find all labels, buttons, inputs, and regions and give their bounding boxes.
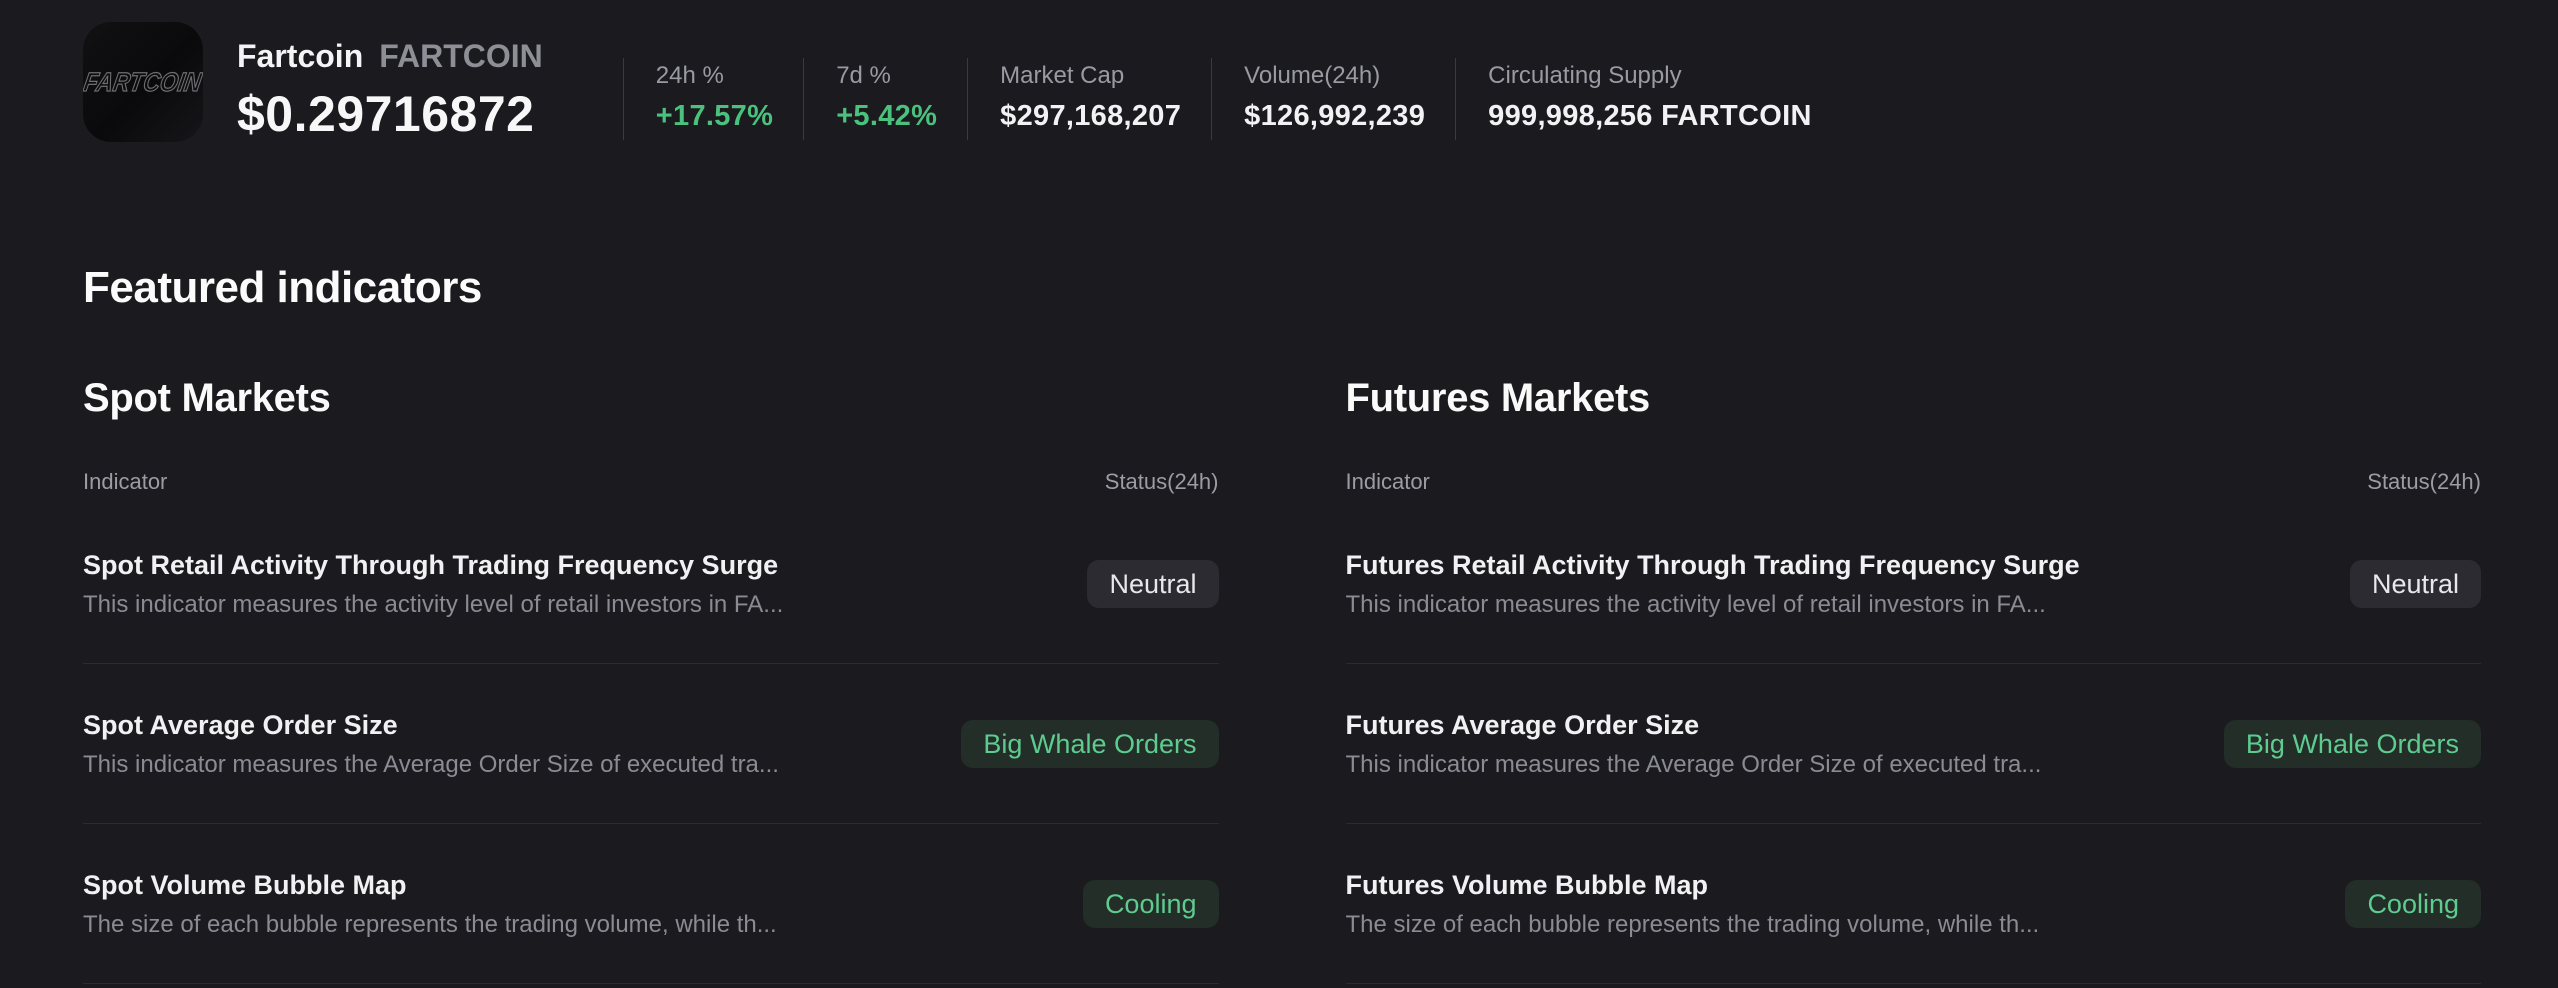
stat-label: 24h % bbox=[656, 61, 773, 91]
coin-stats: 24h % +17.57% 7d % +5.42% Market Cap $29… bbox=[623, 58, 1812, 140]
status-badge: Cooling bbox=[1083, 880, 1219, 928]
markets-grid: Spot Markets Indicator Status(24h) Spot … bbox=[0, 374, 2558, 984]
stat-label: Circulating Supply bbox=[1488, 61, 1812, 91]
status-badge: Cooling bbox=[2345, 880, 2481, 928]
status-badge: Big Whale Orders bbox=[2224, 720, 2481, 768]
coin-stat: 24h % +17.57% bbox=[623, 58, 773, 140]
status-badge: Big Whale Orders bbox=[961, 720, 1218, 768]
coin-logo-text: FARTCOIN bbox=[83, 66, 203, 97]
indicator-description: This indicator measures the Average Orde… bbox=[1346, 750, 2042, 780]
coin-price: $0.29716872 bbox=[237, 86, 543, 144]
table-header: Indicator Status(24h) bbox=[83, 468, 1219, 504]
indicator-name[interactable]: Spot Retail Activity Through Trading Fre… bbox=[83, 548, 783, 582]
market-section-futures: Futures Markets Indicator Status(24h) Fu… bbox=[1346, 374, 2482, 984]
coin-name-row: Fartcoin FARTCOIN bbox=[237, 36, 543, 78]
coin-stat: Market Cap $297,168,207 bbox=[967, 58, 1181, 140]
stat-value: +17.57% bbox=[656, 98, 773, 134]
featured-indicators-title: Featured indicators bbox=[83, 261, 2481, 314]
indicator-name[interactable]: Spot Volume Bubble Map bbox=[83, 868, 777, 902]
indicator-row[interactable]: Spot Retail Activity Through Trading Fre… bbox=[83, 504, 1219, 664]
indicator-name[interactable]: Spot Average Order Size bbox=[83, 708, 779, 742]
status-badge: Neutral bbox=[1087, 560, 1218, 608]
stat-label: Market Cap bbox=[1000, 61, 1181, 91]
indicator-row-text: Spot Average Order Size This indicator m… bbox=[83, 708, 803, 780]
indicator-row[interactable]: Futures Volume Bubble Map The size of ea… bbox=[1346, 824, 2482, 984]
indicator-rows: Spot Retail Activity Through Trading Fre… bbox=[83, 504, 1219, 984]
market-title: Spot Markets bbox=[83, 374, 1219, 422]
stat-value: 999,998,256 FARTCOIN bbox=[1488, 98, 1812, 134]
indicator-row[interactable]: Spot Average Order Size This indicator m… bbox=[83, 664, 1219, 824]
indicator-row[interactable]: Spot Volume Bubble Map The size of each … bbox=[83, 824, 1219, 984]
coin-name: Fartcoin bbox=[237, 36, 363, 78]
indicator-name[interactable]: Futures Retail Activity Through Trading … bbox=[1346, 548, 2080, 582]
stat-label: Volume(24h) bbox=[1244, 61, 1425, 91]
indicator-row-text: Futures Retail Activity Through Trading … bbox=[1346, 548, 2104, 620]
market-title: Futures Markets bbox=[1346, 374, 2482, 422]
indicator-row[interactable]: Futures Average Order Size This indicato… bbox=[1346, 664, 2482, 824]
indicator-row-text: Futures Average Order Size This indicato… bbox=[1346, 708, 2066, 780]
coin-stat: 7d % +5.42% bbox=[803, 58, 937, 140]
indicator-description: This indicator measures the activity lev… bbox=[1346, 590, 2080, 620]
indicator-row-text: Futures Volume Bubble Map The size of ea… bbox=[1346, 868, 2064, 940]
indicator-description: The size of each bubble represents the t… bbox=[83, 910, 777, 940]
indicator-row-text: Spot Retail Activity Through Trading Fre… bbox=[83, 548, 807, 620]
stat-label: 7d % bbox=[836, 61, 937, 91]
table-header: Indicator Status(24h) bbox=[1346, 468, 2482, 504]
stat-value: $126,992,239 bbox=[1244, 98, 1425, 134]
coin-stat: Volume(24h) $126,992,239 bbox=[1211, 58, 1425, 140]
column-indicator: Indicator bbox=[1346, 468, 1430, 496]
indicator-row[interactable]: Futures Retail Activity Through Trading … bbox=[1346, 504, 2482, 664]
indicator-description: This indicator measures the activity lev… bbox=[83, 590, 783, 620]
stat-value: $297,168,207 bbox=[1000, 98, 1181, 134]
column-status: Status(24h) bbox=[1105, 468, 1219, 496]
indicator-description: This indicator measures the Average Orde… bbox=[83, 750, 779, 780]
coin-header: FARTCOIN Fartcoin FARTCOIN $0.29716872 2… bbox=[0, 0, 2558, 143]
stat-value: +5.42% bbox=[836, 98, 937, 134]
market-section-spot: Spot Markets Indicator Status(24h) Spot … bbox=[83, 374, 1219, 984]
coin-stat: Circulating Supply 999,998,256 FARTCOIN bbox=[1455, 58, 1812, 140]
coin-logo: FARTCOIN bbox=[83, 22, 203, 142]
coin-meta: Fartcoin FARTCOIN $0.29716872 bbox=[237, 22, 543, 143]
coin-symbol: FARTCOIN bbox=[379, 36, 543, 78]
indicator-description: The size of each bubble represents the t… bbox=[1346, 910, 2040, 940]
column-indicator: Indicator bbox=[83, 468, 167, 496]
indicator-rows: Futures Retail Activity Through Trading … bbox=[1346, 504, 2482, 984]
indicator-name[interactable]: Futures Volume Bubble Map bbox=[1346, 868, 2040, 902]
indicator-row-text: Spot Volume Bubble Map The size of each … bbox=[83, 868, 801, 940]
column-status: Status(24h) bbox=[2367, 468, 2481, 496]
status-badge: Neutral bbox=[2350, 560, 2481, 608]
indicator-name[interactable]: Futures Average Order Size bbox=[1346, 708, 2042, 742]
